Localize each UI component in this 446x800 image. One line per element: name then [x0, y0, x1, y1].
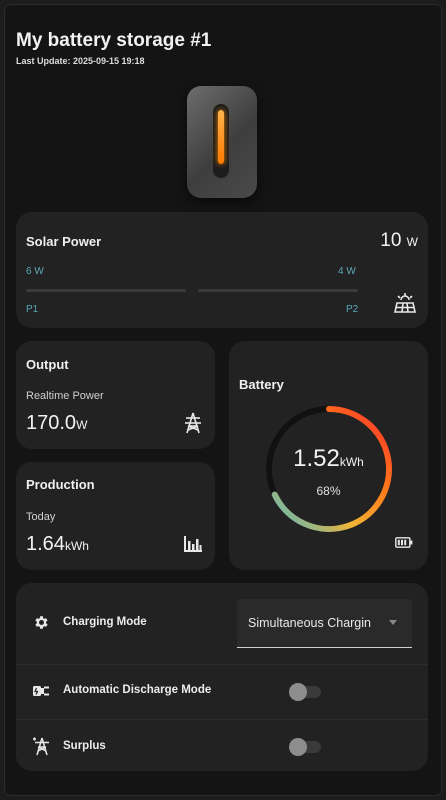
solar-total: 10 W [380, 230, 418, 252]
battery-title: Battery [239, 377, 284, 392]
charging-mode-select[interactable]: Simultaneous Chargin [237, 599, 412, 648]
solar-panel-icon [394, 293, 416, 313]
battery-unit: kWh [339, 455, 364, 469]
production-value: 1.64kWh [26, 533, 89, 556]
surplus-label: Surplus [63, 740, 106, 752]
output-title: Output [26, 357, 69, 372]
production-number: 1.64 [26, 533, 65, 555]
p2-label: P2 [346, 304, 359, 315]
p1-label: P1 [26, 304, 39, 315]
production-label: Today [26, 511, 56, 523]
p1-value: 6 W [26, 266, 44, 277]
output-value: 170.0W [26, 412, 87, 435]
chevron-down-icon [389, 620, 397, 625]
output-card[interactable]: Output Realtime Power 170.0W [16, 341, 215, 449]
output-number: 170.0 [26, 412, 77, 434]
output-label: Realtime Power [26, 390, 104, 402]
battery-card[interactable]: Battery 1.52kWh 68% [229, 341, 428, 570]
toggle-knob [289, 683, 307, 701]
solar-total-value: 10 [380, 230, 402, 251]
production-title: Production [26, 477, 95, 492]
gear-icon [35, 616, 48, 629]
toggle-knob [289, 738, 307, 756]
p2-bar [198, 289, 358, 292]
auto-discharge-label: Automatic Discharge Mode [63, 684, 212, 696]
divider [16, 664, 428, 665]
device-indicator-light [218, 110, 224, 164]
solar-total-unit: W [406, 235, 418, 249]
plug-discharge-icon [33, 686, 49, 696]
production-unit: kWh [64, 539, 89, 553]
divider [16, 719, 428, 720]
output-unit: W [76, 418, 88, 432]
solar-power-card[interactable]: Solar Power 10 W 6 W 4 W P1 P2 [16, 212, 428, 328]
tower-surplus-icon [33, 737, 49, 756]
battery-percent: 68% [316, 484, 341, 498]
charging-mode-value: Simultaneous Chargin [248, 616, 371, 630]
battery-device-image [187, 86, 257, 198]
transmission-tower-icon [185, 412, 201, 434]
solar-power-title: Solar Power [26, 234, 102, 249]
p2-value: 4 W [338, 266, 356, 277]
charging-mode-label: Charging Mode [63, 616, 147, 628]
battery-number: 1.52 [293, 445, 340, 472]
p1-bar [26, 289, 186, 292]
surplus-toggle[interactable] [289, 738, 321, 756]
production-card[interactable]: Production Today 1.64kWh [16, 462, 215, 570]
battery-icon [395, 537, 413, 548]
last-update: Last Update: 2025-09-15 19:18 [16, 56, 145, 66]
battery-value: 1.52kWh [229, 445, 428, 473]
page-title: My battery storage #1 [16, 30, 212, 51]
bar-chart-icon [184, 536, 202, 552]
auto-discharge-toggle[interactable] [289, 683, 321, 701]
